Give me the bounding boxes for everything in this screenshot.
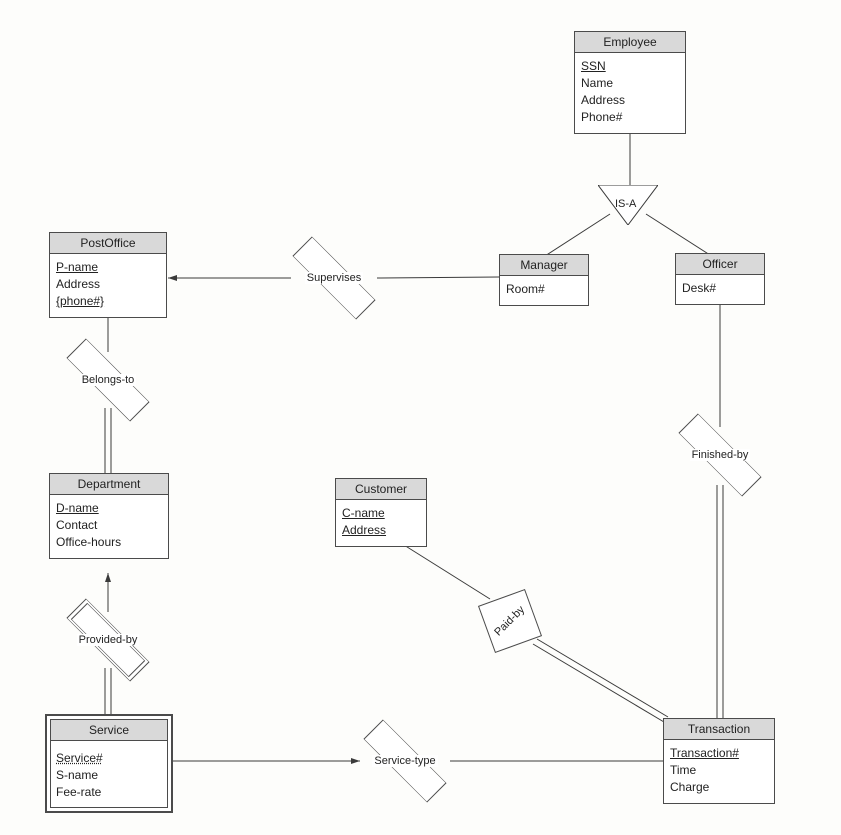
entity-customer: Customer C-name Address (335, 478, 427, 547)
attr-service-num: Service# (56, 751, 162, 766)
attr-manager-room: Room# (506, 282, 582, 297)
attr-department-hours: Office-hours (56, 535, 162, 550)
attr-officer-desk: Desk# (682, 281, 758, 296)
rel-paid-by: Paid-by (478, 589, 542, 653)
entity-service-title: Service (50, 719, 168, 741)
entity-department: Department D-name Contact Office-hours (49, 473, 169, 559)
entity-department-title: Department (50, 474, 168, 495)
attr-employee-address: Address (581, 93, 679, 108)
entity-postoffice: PostOffice P-name Address {phone#} (49, 232, 167, 318)
attr-customer-cname: C-name (342, 506, 420, 521)
entity-customer-title: Customer (336, 479, 426, 500)
attr-employee-name: Name (581, 76, 679, 91)
attr-postoffice-pname: P-name (56, 260, 160, 275)
entity-officer-title: Officer (676, 254, 764, 275)
rel-service-type: Service-type (360, 736, 450, 786)
attr-customer-address: Address (342, 523, 420, 538)
rel-finished-by: Finished-by (675, 430, 765, 480)
entity-service: Service Service# S-name Fee-rate (45, 714, 173, 813)
entity-employee: Employee SSN Name Address Phone# (574, 31, 686, 134)
rel-provided-by: Provided-by (63, 615, 153, 665)
entity-officer: Officer Desk# (675, 253, 765, 305)
attr-service-fee: Fee-rate (56, 785, 162, 800)
attr-employee-ssn: SSN (581, 59, 679, 74)
entity-manager-title: Manager (500, 255, 588, 276)
entity-transaction: Transaction Transaction# Time Charge (663, 718, 775, 804)
rel-supervises: Supervises (289, 253, 379, 303)
attr-department-contact: Contact (56, 518, 162, 533)
attr-transaction-time: Time (670, 763, 768, 778)
attr-transaction-charge: Charge (670, 780, 768, 795)
isa-label: IS-A (615, 198, 636, 210)
entity-postoffice-title: PostOffice (50, 233, 166, 254)
attr-employee-phone: Phone# (581, 110, 679, 125)
attr-transaction-num: Transaction# (670, 746, 768, 761)
attr-department-dname: D-name (56, 501, 162, 516)
entity-manager: Manager Room# (499, 254, 589, 306)
entity-employee-title: Employee (575, 32, 685, 53)
entity-transaction-title: Transaction (664, 719, 774, 740)
rel-belongs-to: Belongs-to (63, 355, 153, 405)
attr-postoffice-phone: {phone#} (56, 294, 160, 309)
attr-postoffice-address: Address (56, 277, 160, 292)
attr-service-sname: S-name (56, 768, 162, 783)
